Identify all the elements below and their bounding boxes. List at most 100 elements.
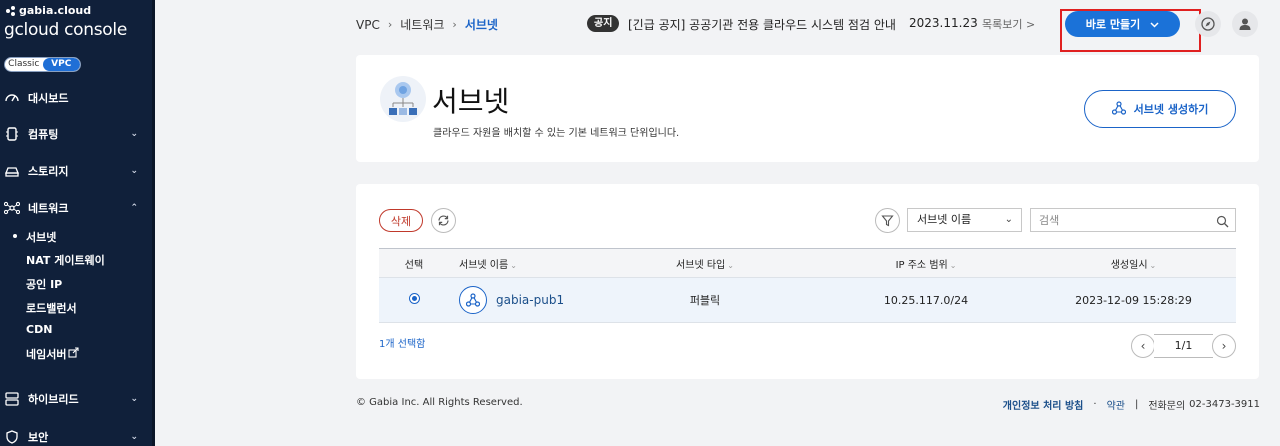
external-link-icon	[68, 347, 80, 361]
hybrid-icon	[4, 391, 20, 407]
sidebar-item-hybrid[interactable]: 하이브리드 ⌄	[0, 387, 152, 411]
search-box[interactable]	[1030, 208, 1236, 232]
row-name-cell: gabia-pub1	[449, 278, 589, 323]
notice-text[interactable]: [긴급 공지] 공공기관 전용 클라우드 시스템 점검 안내	[628, 16, 896, 33]
chevron-down-icon: ⌄	[1004, 214, 1013, 225]
quick-create-button[interactable]: 바로 만들기	[1065, 11, 1180, 37]
breadcrumb-vpc[interactable]: VPC	[356, 18, 380, 32]
notice-list-link[interactable]: 목록보기 >	[982, 16, 1035, 32]
search-icon[interactable]	[1216, 213, 1229, 232]
create-subnet-label: 서브넷 생성하기	[1133, 103, 1209, 116]
column-label: 선택	[404, 259, 424, 271]
subnet-icon	[459, 286, 487, 314]
sort-icon[interactable]: ⌄	[510, 261, 517, 270]
brand-logo-small[interactable]: gabia.cloud	[6, 4, 91, 17]
sort-icon[interactable]: ⌄	[1150, 261, 1157, 270]
sort-icon[interactable]: ⌄	[950, 261, 957, 270]
sidebar-subitem-load-balancer[interactable]: 로드밸런서	[26, 300, 77, 316]
column-label: 생성일시	[1110, 259, 1148, 271]
brand-title[interactable]: gcloud console	[4, 20, 127, 40]
sidebar-subitem-nameserver[interactable]: 네임서버	[26, 346, 80, 362]
compass-icon[interactable]	[1195, 11, 1221, 37]
gabia-logo-icon	[6, 5, 16, 16]
title-card: 서브넷 클라우드 자원을 배치할 수 있는 기본 네트워크 단위입니다. 서브넷…	[356, 55, 1259, 162]
row-radio-button[interactable]	[408, 293, 420, 304]
selected-count: 1개 선택함	[379, 339, 426, 350]
phone-label: 전화문의	[1148, 401, 1186, 412]
server-icon	[4, 126, 20, 142]
sidebar-subitem-cdn[interactable]: CDN	[26, 323, 52, 336]
column-label: 서브넷 이름	[459, 259, 509, 271]
sidebar: gabia.cloud gcloud console Classic VPC 대…	[0, 0, 155, 446]
dashboard-icon	[4, 90, 20, 106]
column-header-ip-range[interactable]: IP 주소 범위 ⌄	[821, 249, 1031, 278]
prev-page-button[interactable]: ‹	[1131, 334, 1155, 358]
row-select-cell[interactable]	[379, 278, 449, 323]
sidebar-item-computing[interactable]: 컴퓨팅 ⌄	[0, 122, 152, 146]
footer-links: 개인정보 처리 방침 · 약관 | 전화문의 02-3473-3911	[1003, 397, 1260, 412]
breadcrumb-current: 서브넷	[464, 18, 498, 32]
quick-create-label: 바로 만들기	[1085, 18, 1141, 31]
notice-date: 2023.11.23	[909, 16, 978, 30]
delete-button[interactable]: 삭제	[379, 209, 423, 232]
create-subnet-button[interactable]: 서브넷 생성하기	[1084, 90, 1236, 128]
chevron-up-icon: ⌃	[130, 203, 138, 213]
row-type-cell: 퍼블릭	[689, 294, 721, 307]
subnet-illustration-icon	[380, 76, 426, 122]
storage-icon	[4, 163, 20, 179]
sidebar-item-label: 스토리지	[28, 165, 69, 178]
breadcrumb-network[interactable]: 네트워크	[400, 16, 444, 33]
sidebar-item-label: 컴퓨팅	[28, 128, 59, 141]
chevron-down-icon: ⌄	[130, 166, 138, 176]
page-description: 클라우드 자원을 배치할 수 있는 기본 네트워크 단위입니다.	[433, 128, 680, 139]
page-indicator: 1/1	[1154, 334, 1213, 358]
privacy-policy-link[interactable]: 개인정보 처리 방침	[1003, 397, 1084, 412]
search-field-select[interactable]: 서브넷 이름 ⌄	[907, 208, 1022, 232]
search-input[interactable]	[1039, 209, 1209, 232]
shield-icon	[4, 429, 20, 445]
sidebar-subitem-subnet[interactable]: 서브넷	[12, 229, 56, 245]
sidebar-item-network[interactable]: 네트워크 ⌃	[0, 196, 152, 220]
network-icon	[4, 200, 20, 216]
filter-icon[interactable]	[875, 208, 900, 233]
subnet-name-link[interactable]: gabia-pub1	[496, 293, 564, 307]
refresh-icon[interactable]	[431, 208, 456, 233]
sidebar-item-label: 네트워크	[28, 202, 69, 215]
row-ip-range-cell: 10.25.117.0/24	[883, 293, 969, 307]
column-header-name[interactable]: 서브넷 이름 ⌄	[449, 249, 589, 278]
sidebar-item-storage[interactable]: 스토리지 ⌄	[0, 159, 152, 183]
breadcrumb-separator-icon: ›	[452, 18, 457, 31]
row-created-cell: 2023-12-09 15:28:29	[1075, 293, 1192, 307]
footer-divider: |	[1134, 399, 1139, 410]
next-page-button[interactable]: ›	[1212, 334, 1236, 358]
chevron-down-icon: ⌄	[130, 394, 138, 404]
subnet-table: 선택 서브넷 이름 ⌄ 서브넷 타입 ⌄ IP 주소 범위 ⌄ 생성일시 ⌄ gabia…	[379, 248, 1236, 323]
sidebar-subitem-public-ip[interactable]: 공인 IP	[26, 276, 62, 292]
column-header-created[interactable]: 생성일시 ⌄	[1031, 249, 1236, 278]
user-avatar-icon[interactable]	[1232, 11, 1258, 37]
brand-small-text: gabia.cloud	[19, 4, 92, 17]
sidebar-subitem-label: 네임서버	[26, 348, 67, 361]
notice-badge: 공지	[587, 15, 620, 32]
column-header-type[interactable]: 서브넷 타입 ⌄	[589, 249, 821, 278]
chevron-down-icon	[1150, 18, 1159, 31]
phone-number: 02-3473-3911	[1189, 399, 1260, 410]
chevron-down-icon: ⌄	[130, 129, 138, 139]
sidebar-item-dashboard[interactable]: 대시보드	[0, 86, 152, 110]
toggle-vpc[interactable]: VPC	[42, 58, 80, 71]
chevron-down-icon: ⌄	[130, 432, 138, 442]
table-row[interactable]: gabia-pub1 퍼블릭 10.25.117.0/24 2023-12-09…	[379, 277, 1236, 323]
table-header-row: 선택 서브넷 이름 ⌄ 서브넷 타입 ⌄ IP 주소 범위 ⌄ 생성일시 ⌄	[379, 248, 1236, 278]
pagination: ‹ 1/1 ›	[1131, 334, 1236, 358]
terms-link[interactable]: 약관	[1107, 397, 1125, 412]
footer-dot: ·	[1093, 399, 1097, 410]
sidebar-item-label: 대시보드	[28, 92, 69, 105]
sidebar-subitem-nat-gateway[interactable]: NAT 게이트웨이	[26, 252, 105, 268]
search-field-select-value: 서브넷 이름	[917, 213, 972, 226]
sidebar-item-label: 보안	[28, 431, 49, 444]
sort-icon[interactable]: ⌄	[727, 261, 734, 270]
classic-vpc-toggle[interactable]: Classic VPC	[4, 57, 81, 72]
sidebar-item-security[interactable]: 보안 ⌄	[0, 425, 152, 446]
toggle-classic[interactable]: Classic	[5, 58, 43, 71]
subnet-list-card: 삭제 서브넷 이름 ⌄ 선택 서브넷 이름⌄ 서브넷 타입⌄ IP 주소 범위⌄…	[356, 184, 1259, 379]
